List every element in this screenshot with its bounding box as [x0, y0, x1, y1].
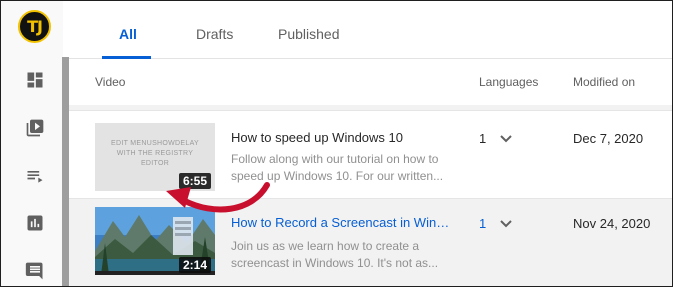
- videos-icon[interactable]: [24, 117, 46, 139]
- video-description: Join us as we learn how to create a scre…: [231, 239, 439, 270]
- column-header-languages[interactable]: Languages: [479, 75, 538, 89]
- chevron-down-icon[interactable]: [499, 219, 513, 229]
- video-thumbnail[interactable]: 2:14: [95, 207, 215, 275]
- video-title[interactable]: How to Record a Screencast in Windows 10: [231, 215, 453, 230]
- modified-date: Dec 7, 2020: [573, 131, 644, 146]
- comments-icon[interactable]: [24, 260, 46, 282]
- duration-badge: 2:14: [178, 257, 211, 273]
- channel-avatar[interactable]: TJ: [18, 10, 51, 43]
- sidebar: TJ: [1, 1, 63, 286]
- content-tabs: All Drafts Published: [69, 1, 672, 59]
- language-count: 1: [479, 216, 487, 231]
- analytics-icon[interactable]: [24, 212, 46, 234]
- chevron-down-icon[interactable]: [499, 134, 513, 144]
- video-description: Follow along with our tutorial on how to…: [231, 152, 444, 183]
- video-thumbnail[interactable]: EDIT MENUSHOWDELAY WITH THE REGISTRY EDI…: [95, 123, 215, 191]
- column-header-video: Video: [95, 75, 126, 89]
- active-tab-indicator: [102, 56, 151, 59]
- tab-all[interactable]: All: [119, 26, 137, 42]
- table-row[interactable]: EDIT MENUSHOWDELAY WITH THE REGISTRY EDI…: [69, 112, 672, 199]
- duration-badge: 6:55: [178, 173, 211, 189]
- studio-content-window: TJ All Drafts Published Video Languages …: [0, 0, 673, 287]
- sidebar-scrollbar[interactable]: [62, 57, 69, 286]
- tab-drafts[interactable]: Drafts: [196, 26, 233, 42]
- tab-published[interactable]: Published: [278, 26, 340, 42]
- thumbnail-caption: EDIT MENUSHOWDELAY WITH THE REGISTRY EDI…: [111, 140, 199, 167]
- playlists-icon[interactable]: [24, 165, 46, 187]
- header-divider: [69, 105, 672, 111]
- language-count: 1: [479, 131, 487, 146]
- video-title[interactable]: How to speed up Windows 10: [231, 130, 403, 145]
- column-header-modified[interactable]: Modified on: [573, 75, 635, 89]
- dashboard-icon[interactable]: [24, 69, 46, 91]
- modified-date: Nov 24, 2020: [573, 216, 651, 231]
- table-row[interactable]: 2:14 How to Record a Screencast in Windo…: [69, 199, 672, 286]
